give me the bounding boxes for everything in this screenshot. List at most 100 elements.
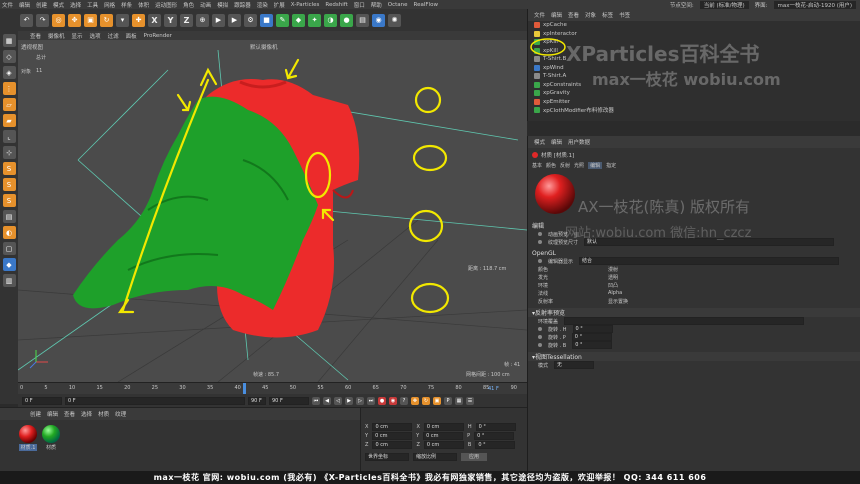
current-frame-field[interactable]: 41 F bbox=[488, 386, 499, 392]
rot-b-row[interactable]: 旋转 . B 0 ° bbox=[528, 341, 860, 349]
timeline-settings-icon[interactable]: ☰ bbox=[466, 396, 474, 405]
viewport-menu-view[interactable]: 查看 bbox=[30, 32, 41, 40]
position-y-field[interactable]: 0 cm bbox=[372, 431, 413, 440]
layout-select[interactable]: max一枝花-启动-1920 (用户) bbox=[773, 0, 856, 9]
x-axis-button[interactable]: X bbox=[148, 13, 161, 27]
rot-h-field[interactable]: 0 ° bbox=[572, 325, 613, 333]
scale-mode-select[interactable]: 缩放比例 bbox=[413, 453, 457, 461]
scene-icon[interactable]: ▤ bbox=[356, 13, 369, 27]
mm-menu-select[interactable]: 选择 bbox=[81, 410, 92, 418]
editor-display-row[interactable]: 编辑器显示 结合 bbox=[528, 257, 860, 265]
rot-b-field[interactable]: 0 ° bbox=[572, 341, 613, 349]
rot-p-field[interactable]: 0 ° bbox=[571, 333, 612, 341]
menu-item-character[interactable]: 角色 bbox=[183, 1, 194, 9]
tab-color[interactable]: 颜色 bbox=[546, 162, 556, 169]
menu-item-edit[interactable]: 编辑 bbox=[19, 1, 30, 9]
key-position-icon[interactable]: ✥ bbox=[411, 396, 419, 405]
coordinate-system-icon[interactable]: ⊕ bbox=[196, 13, 209, 27]
size-z-field[interactable]: 0 cm bbox=[423, 440, 464, 449]
viewport-menu-prorender[interactable]: ProRender bbox=[144, 33, 172, 39]
am-menu-userdata[interactable]: 用户数据 bbox=[568, 138, 590, 146]
render-settings-icon[interactable]: ⚙ bbox=[244, 13, 257, 27]
play-icon[interactable]: ▶ bbox=[345, 396, 353, 405]
material-swatch[interactable]: 材质 bbox=[41, 424, 61, 451]
channel-row[interactable]: 发光 bbox=[538, 273, 608, 281]
last-frame-icon[interactable]: ⏭ bbox=[367, 396, 375, 405]
om-menu-objects[interactable]: 对象 bbox=[585, 11, 596, 19]
tab-assign[interactable]: 指定 bbox=[606, 162, 616, 169]
quantize-icon[interactable]: ◐ bbox=[2, 226, 16, 239]
key-scale-icon[interactable]: ▣ bbox=[433, 396, 441, 405]
end-frame-field[interactable]: 90 F bbox=[269, 396, 309, 405]
next-frame-icon[interactable]: ▷ bbox=[356, 396, 364, 405]
viewport-menu-filter[interactable]: 过滤 bbox=[108, 32, 119, 40]
rotation-h-field[interactable]: 0 ° bbox=[475, 422, 516, 431]
rotation-b-field[interactable]: 0 ° bbox=[475, 440, 516, 449]
am-menu-edit[interactable]: 编辑 bbox=[551, 138, 562, 146]
subdivision-icon[interactable]: ◆ bbox=[292, 13, 305, 27]
mm-menu-texture[interactable]: 纹理 bbox=[115, 410, 126, 418]
camera-icon[interactable]: ◉ bbox=[372, 13, 385, 27]
model-mode-icon[interactable]: ◇ bbox=[2, 50, 16, 63]
viewport-menu-cameras[interactable]: 摄像机 bbox=[48, 32, 65, 40]
env-override-row[interactable]: 环境覆盖 bbox=[528, 317, 860, 325]
points-mode-icon[interactable]: ⋮ bbox=[2, 82, 16, 95]
channel-row[interactable]: 反射率 bbox=[538, 297, 608, 305]
menu-item-mograph[interactable]: 运动图形 bbox=[155, 1, 177, 9]
coordinate-space-select[interactable]: 世界坐标 bbox=[365, 453, 409, 461]
preview-start-field[interactable]: 0 F bbox=[65, 396, 245, 405]
position-z-field[interactable]: 0 cm bbox=[372, 440, 413, 449]
timeline-playhead[interactable] bbox=[243, 383, 246, 394]
channel-row[interactable]: 透明 bbox=[608, 273, 688, 281]
om-menu-tags[interactable]: 标签 bbox=[602, 11, 613, 19]
menu-item-select[interactable]: 选择 bbox=[70, 1, 81, 9]
channel-row[interactable]: 颜色 bbox=[538, 265, 608, 273]
object-row[interactable]: xpClothModifier布料修改器 bbox=[528, 106, 860, 115]
tess-mode-select[interactable]: 无 bbox=[554, 361, 595, 369]
render-picture-icon[interactable]: ▶ bbox=[228, 13, 241, 27]
light-icon[interactable]: ✺ bbox=[388, 13, 401, 27]
field-icon[interactable]: ● bbox=[340, 13, 353, 27]
menu-item-octane[interactable]: Octane bbox=[388, 2, 408, 8]
rot-p-row[interactable]: 旋转 . P 0 ° bbox=[528, 333, 860, 341]
am-menu-mode[interactable]: 模式 bbox=[534, 138, 545, 146]
viewport-menu-panel[interactable]: 面板 bbox=[126, 32, 137, 40]
menu-item-create[interactable]: 创建 bbox=[36, 1, 47, 9]
z-axis-button[interactable]: Z bbox=[180, 13, 193, 27]
node-space-select[interactable]: 当前 (标准/物理) bbox=[699, 0, 749, 9]
position-x-field[interactable]: 0 cm bbox=[372, 422, 413, 431]
tab-illumination[interactable]: 光照 bbox=[574, 162, 584, 169]
menu-item-volume[interactable]: 体积 bbox=[138, 1, 149, 9]
mm-menu-edit[interactable]: 编辑 bbox=[47, 410, 58, 418]
axis-mode-icon[interactable]: ⌞ bbox=[2, 130, 16, 143]
polygons-mode-icon[interactable]: ▰ bbox=[2, 114, 16, 127]
tab-editor[interactable]: 编辑 bbox=[588, 162, 603, 169]
snap-icon[interactable]: S bbox=[2, 162, 16, 175]
material-swatch[interactable]: 材质.1 bbox=[18, 424, 38, 451]
prev-key-icon[interactable]: ◀ bbox=[323, 396, 331, 405]
size-y-field[interactable]: 0 cm bbox=[423, 431, 464, 440]
viewport[interactable]: 透视视图 总计 对象 11 默认摄像机 距离 : 118.7 cm 帧速 : 8… bbox=[18, 40, 527, 382]
om-menu-bookmarks[interactable]: 书签 bbox=[619, 11, 630, 19]
keyframe-selection-icon[interactable]: ? bbox=[400, 396, 408, 405]
rot-h-row[interactable]: 旋转 . H 0 ° bbox=[528, 325, 860, 333]
transform-icon[interactable]: ✚ bbox=[132, 13, 145, 27]
key-param-icon[interactable]: P bbox=[444, 396, 452, 405]
channel-row[interactable]: 凹凸 bbox=[608, 281, 688, 289]
timeline[interactable]: 0 5 10 15 20 25 30 35 40 45 50 55 60 65 … bbox=[18, 382, 527, 394]
tweak-mode-icon[interactable]: ⊹ bbox=[2, 146, 16, 159]
cube-icon[interactable]: ■ bbox=[260, 13, 273, 27]
auto-key-icon[interactable]: ◉ bbox=[389, 396, 397, 405]
menu-item-spline[interactable]: 样条 bbox=[121, 1, 132, 9]
apply-button[interactable]: 应用 bbox=[461, 453, 488, 461]
channel-row[interactable]: 漫射 bbox=[608, 265, 688, 273]
object-row[interactable]: xpCache bbox=[528, 21, 860, 30]
undo-icon[interactable]: ↶ bbox=[20, 13, 33, 27]
edges-mode-icon[interactable]: ▱ bbox=[2, 98, 16, 111]
move-icon[interactable]: ✥ bbox=[68, 13, 81, 27]
tessellation-section[interactable]: ▾视图Tessellation bbox=[528, 352, 860, 361]
menu-item-window[interactable]: 窗口 bbox=[354, 1, 365, 9]
menu-item-extensions[interactable]: 扩展 bbox=[274, 1, 285, 9]
locked-workplane-icon[interactable]: ▤ bbox=[2, 210, 16, 223]
object-row[interactable]: xpInteractor bbox=[528, 30, 860, 39]
